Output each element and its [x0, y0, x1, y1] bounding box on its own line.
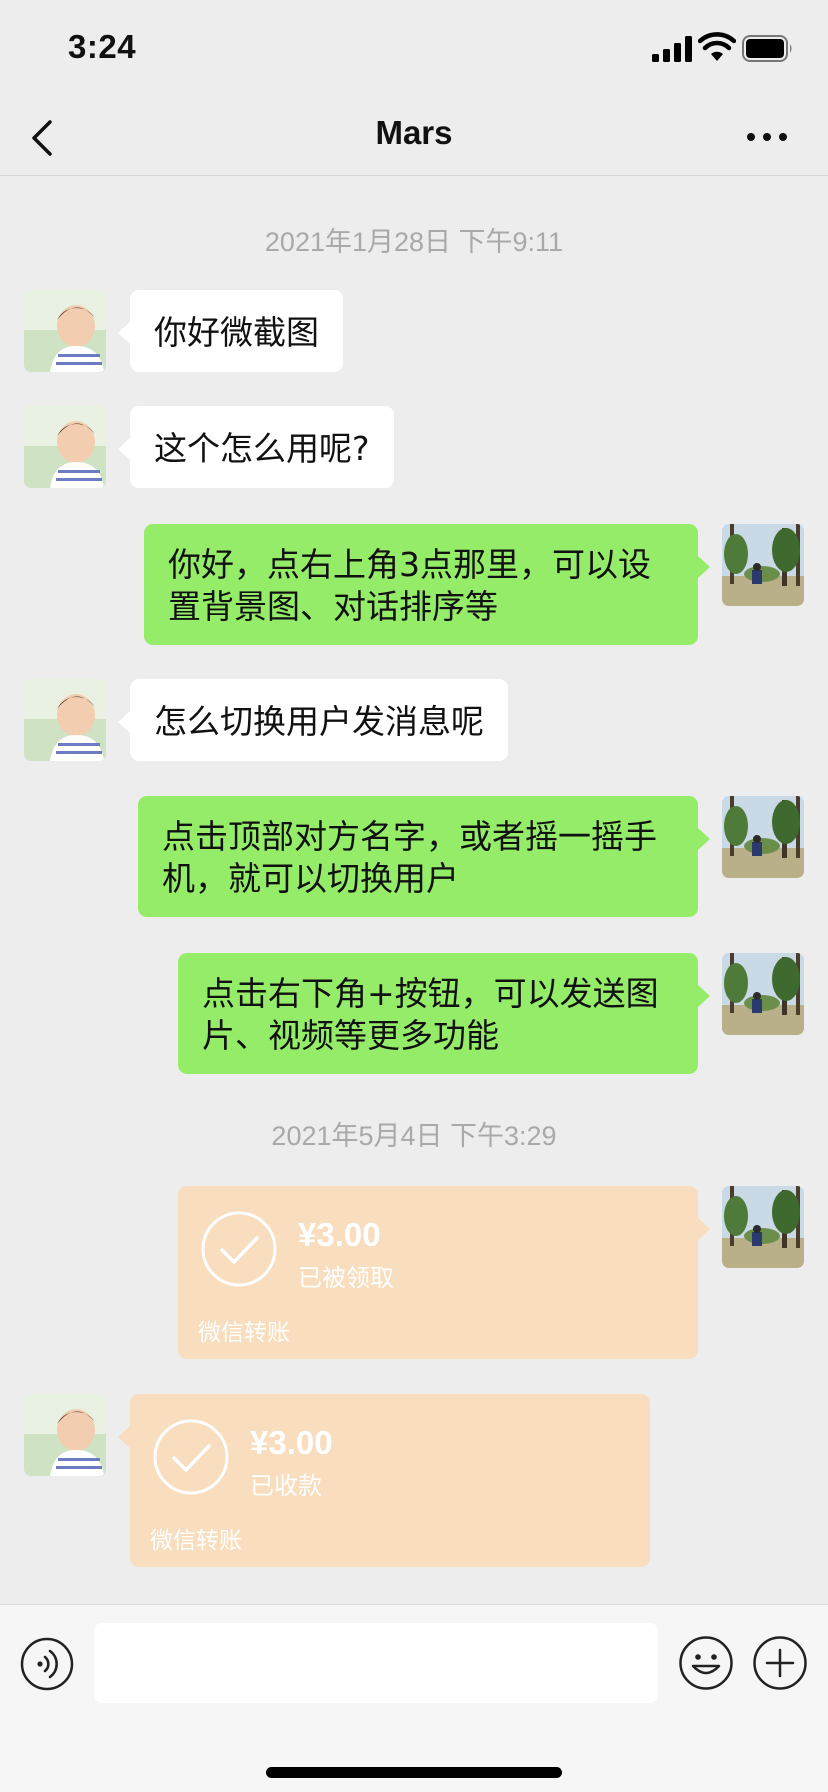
transfer-card-outgoing[interactable]: ¥3.00 已被领取 微信转账 — [178, 1186, 710, 1359]
transfer-brand: 微信转账 — [198, 1320, 290, 1346]
message-text-line: 点击顶部对方名字，或者摇一摇手 — [162, 817, 657, 856]
transfer-status: 已被领取 — [298, 1264, 394, 1292]
my-avatar[interactable] — [722, 524, 804, 606]
message-bubble-outgoing[interactable]: 你好，点右上角3点那里，可以设 置背景图、对话排序等 — [144, 524, 710, 645]
chat-title[interactable]: Mars — [0, 114, 828, 152]
my-avatar[interactable] — [722, 796, 804, 878]
plus-icon[interactable] — [752, 1635, 808, 1691]
transfer-amount: ¥3.00 — [298, 1216, 381, 1253]
message-text-line: 片、视频等更多功能 — [202, 1016, 499, 1055]
check-circle-icon — [153, 1419, 229, 1495]
home-indicator[interactable] — [266, 1767, 562, 1778]
message-bubble-outgoing[interactable]: 点击顶部对方名字，或者摇一摇手 机，就可以切换用户 — [138, 796, 710, 917]
more-dots-icon[interactable] — [744, 120, 790, 154]
transfer-card-incoming[interactable]: ¥3.00 已收款 微信转账 — [118, 1394, 650, 1567]
contact-avatar[interactable] — [24, 406, 106, 488]
timestamp: 2021年5月4日 下午3:29 — [271, 1121, 557, 1151]
message-bubble-outgoing[interactable]: 点击右下角+按钮，可以发送图 片、视频等更多功能 — [178, 953, 710, 1074]
cellular-signal-icon — [652, 36, 692, 62]
check-circle-icon — [201, 1211, 277, 1287]
message-text: 这个怎么用呢? — [154, 429, 370, 468]
contact-avatar[interactable] — [24, 1394, 106, 1476]
timestamp: 2021年1月28日 下午9:11 — [264, 227, 564, 257]
message-text-line: 机，就可以切换用户 — [162, 859, 459, 898]
status-time: 3:24 — [68, 28, 137, 65]
emoji-icon[interactable] — [678, 1635, 734, 1691]
message-input[interactable] — [94, 1623, 658, 1703]
voice-icon[interactable] — [20, 1637, 74, 1691]
contact-avatar[interactable] — [24, 679, 106, 761]
my-avatar[interactable] — [722, 953, 804, 1035]
my-avatar[interactable] — [722, 1186, 804, 1268]
message-bubble-incoming[interactable]: 这个怎么用呢? — [118, 406, 394, 488]
transfer-status: 已收款 — [250, 1472, 322, 1500]
message-text-line: 你好，点右上角3点那里，可以设 — [168, 545, 651, 584]
status-bar: 3:24 — [0, 0, 828, 100]
message-text-line: 点击右下角+按钮，可以发送图 — [202, 974, 659, 1013]
chat-input-bar — [0, 1604, 828, 1792]
battery-icon — [742, 35, 792, 62]
chat-screen: 3:24 Mars 2021年1月28日 下午9:11 你好微截图 这个怎么用呢… — [0, 0, 828, 1792]
message-bubble-incoming[interactable]: 你好微截图 — [118, 290, 343, 372]
message-text: 怎么切换用户发消息呢 — [154, 702, 484, 741]
message-text-line: 置背景图、对话排序等 — [168, 587, 498, 626]
message-text: 你好微截图 — [154, 313, 319, 352]
transfer-amount: ¥3.00 — [250, 1424, 333, 1461]
contact-avatar[interactable] — [24, 290, 106, 372]
wifi-icon — [698, 32, 736, 61]
transfer-brand: 微信转账 — [150, 1528, 242, 1554]
chat-header: Mars — [0, 100, 828, 176]
message-bubble-incoming[interactable]: 怎么切换用户发消息呢 — [118, 679, 508, 761]
